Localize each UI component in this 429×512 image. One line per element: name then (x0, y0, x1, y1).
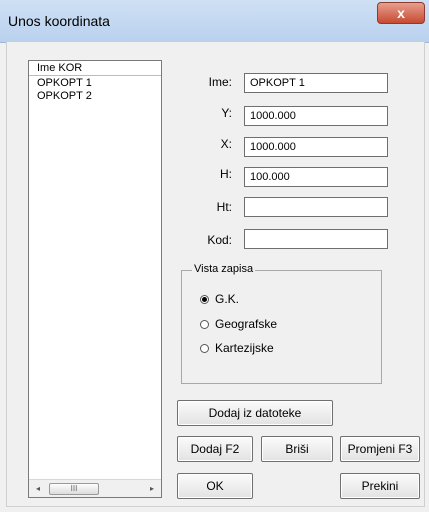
window-title: Unos koordinata (8, 13, 110, 29)
radio-geografske[interactable] (200, 320, 209, 329)
change-button[interactable]: Promjeni F3 (340, 436, 420, 462)
add-button[interactable]: Dodaj F2 (177, 436, 253, 462)
ht-label: Ht: (216, 200, 232, 214)
radio-geografske-label[interactable]: Geografske (215, 317, 277, 331)
delete-button[interactable]: Briši (261, 436, 333, 462)
kod-field[interactable] (244, 229, 388, 249)
list-header: Ime KOR (29, 61, 161, 76)
x-label: X: (220, 137, 232, 151)
point-list[interactable]: Ime KOR OPKOPT 1 OPKOPT 2 ◂ III ▸ (28, 60, 162, 498)
ime-field[interactable]: OPKOPT 1 (244, 73, 388, 93)
x-field[interactable]: 1000.000 (244, 137, 388, 157)
radio-kartezijske-label[interactable]: Kartezijske (215, 341, 274, 355)
scroll-left-icon[interactable]: ◂ (31, 480, 45, 497)
view-type-title: Vista zapisa (192, 263, 256, 275)
y-field[interactable]: 1000.000 (244, 106, 388, 126)
radio-gk-label[interactable]: G.K. (215, 292, 239, 306)
ht-field[interactable] (244, 197, 388, 217)
horizontal-scrollbar[interactable]: ◂ III ▸ (29, 479, 161, 497)
scroll-thumb[interactable]: III (49, 483, 99, 495)
h-field[interactable]: 100.000 (244, 167, 388, 187)
h-label: H: (220, 167, 232, 181)
list-item[interactable]: OPKOPT 2 (37, 90, 92, 103)
scroll-right-icon[interactable]: ▸ (145, 480, 159, 497)
radio-gk[interactable] (200, 295, 209, 304)
close-button[interactable]: x (377, 2, 425, 24)
ime-label: Ime: (208, 75, 232, 89)
import-from-file-button[interactable]: Dodaj iz datoteke (177, 400, 333, 426)
close-icon: x (397, 5, 405, 21)
ok-button[interactable]: OK (177, 473, 253, 499)
list-item[interactable]: OPKOPT 1 (37, 77, 92, 90)
view-type-group (181, 270, 382, 384)
title-bar: Unos koordinata x (0, 0, 429, 43)
kod-label: Kod: (207, 233, 232, 247)
cancel-button[interactable]: Prekini (340, 473, 420, 499)
radio-kartezijske[interactable] (200, 344, 209, 353)
y-label: Y: (221, 106, 232, 120)
